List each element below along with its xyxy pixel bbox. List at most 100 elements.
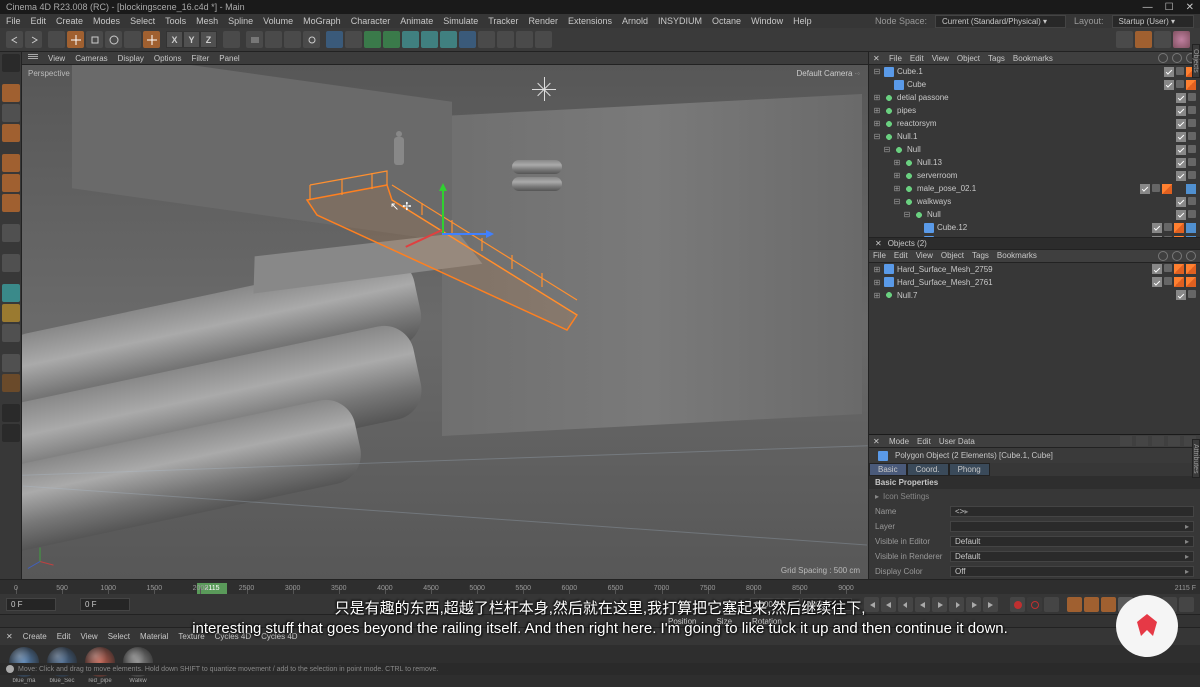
locked-tool[interactable] [143,31,160,48]
expand-toggle[interactable]: ⊞ [873,119,881,128]
tag-check2-icon[interactable] [1176,197,1186,207]
layout-dropdown[interactable]: Startup (User) ▾ [1112,15,1194,28]
undo-button[interactable] [6,31,23,48]
tag-check2-icon[interactable] [1140,184,1150,194]
panel-close-icon[interactable]: ✕ [873,54,881,62]
attr-nav-fwd[interactable] [1136,436,1148,446]
object-name[interactable]: Null.7 [897,291,1200,300]
menu-render[interactable]: Render [528,16,558,26]
snap-enable-button[interactable] [2,284,20,302]
matmenu-select[interactable]: Select [108,632,130,641]
objmenu-bookmarks[interactable]: Bookmarks [1013,54,1053,63]
play-backward-button[interactable] [915,597,930,612]
attr-nav-back[interactable] [1120,436,1132,446]
prev-frame-button[interactable] [898,597,913,612]
timeline-button[interactable] [1179,597,1194,612]
objmenu-file[interactable]: File [873,251,886,260]
quantize-button[interactable] [2,354,20,372]
attrmenu-user-data[interactable]: User Data [939,437,975,446]
expand-toggle[interactable]: ⊞ [873,93,881,102]
object-name[interactable]: Cube.1 [897,67,1200,76]
expand-toggle[interactable]: ⊞ [873,278,881,287]
pos-key-button[interactable] [1067,597,1082,612]
menu-extensions[interactable]: Extensions [568,16,612,26]
coord-system-button[interactable] [223,31,240,48]
menu-arnold[interactable]: Arnold [622,16,648,26]
object-row[interactable]: ⊞Hard_Surface_Mesh_2761 [869,276,1200,289]
vp-menu-filter[interactable]: Filter [191,54,209,63]
panel-close-icon[interactable]: ✕ [873,437,881,445]
attr-nav-lock[interactable] [1168,436,1180,446]
rotate-tool[interactable] [105,31,122,48]
axis-y-toggle[interactable]: Y [183,31,200,48]
menu-mograph[interactable]: MoGraph [303,16,341,26]
vp-menu-options[interactable]: Options [154,54,182,63]
play-forward-button[interactable] [932,597,947,612]
tag-check2-icon[interactable] [1176,210,1186,220]
tag-dot-icon[interactable] [1152,184,1160,192]
light-button[interactable] [497,31,514,48]
menu-tools[interactable]: Tools [165,16,186,26]
nodespace-dropdown[interactable]: Current (Standard/Physical) ▾ [935,15,1066,28]
move-tool[interactable] [67,31,84,48]
object-row[interactable]: ⊟Null.1 [869,130,1200,143]
tag-check2-icon[interactable] [1152,277,1162,287]
matmenu-create[interactable]: Create [23,632,47,641]
recent-tool[interactable] [124,31,141,48]
object-name[interactable]: serverroom [917,171,1200,180]
objmenu-object[interactable]: Object [957,54,980,63]
matmenu-edit[interactable]: Edit [57,632,71,641]
workplane2-button[interactable] [1154,31,1171,48]
mograph-button[interactable] [440,31,457,48]
attr-tab-coord[interactable]: Coord. [907,463,949,476]
volume-button[interactable] [459,31,476,48]
attr-value-field[interactable]: ▸ [950,521,1194,532]
cube-primitive-button[interactable] [326,31,343,48]
redo-button[interactable] [25,31,42,48]
matmenu-view[interactable]: View [81,632,98,641]
close-button[interactable]: ✕ [1186,2,1194,13]
matmenu-texture[interactable]: Texture [178,632,204,641]
rot-key-button[interactable] [1101,597,1116,612]
tag-check2-icon[interactable] [1176,119,1186,129]
filter-icon[interactable] [1172,53,1182,63]
vp-menu-panel[interactable]: Panel [219,54,239,63]
expand-toggle[interactable]: ⊞ [893,184,901,193]
edge-mode-button[interactable] [2,174,20,192]
object-row[interactable]: ⊟Null [869,143,1200,156]
expand-toggle[interactable]: ⊟ [893,197,901,206]
tag-tag-icon[interactable] [1174,184,1184,194]
menu-file[interactable]: File [6,16,21,26]
timeline-ruler[interactable]: 2115 2115 F 0500100015002000250030003500… [0,580,1200,594]
scene-button[interactable] [516,31,533,48]
tag-check2-icon[interactable] [1176,145,1186,155]
attrmenu-edit[interactable]: Edit [917,437,931,446]
attr-value-field[interactable]: <>▸ [950,506,1194,517]
start-frame-field[interactable]: 0 F [6,598,56,611]
tag-dot-icon[interactable] [1176,67,1184,75]
tag-dot-icon[interactable] [1164,236,1172,237]
picture-viewer-button[interactable] [284,31,301,48]
object-row[interactable]: ⊞pipes [869,104,1200,117]
expand-toggle[interactable]: ⊟ [873,132,881,141]
objmenu-edit[interactable]: Edit [910,54,924,63]
object-name[interactable]: detial passone [897,93,1200,102]
tag-orange-icon[interactable] [1174,223,1184,233]
next-key-button[interactable] [966,597,981,612]
live-select-tool[interactable] [48,31,65,48]
side-tab-objects[interactable]: Objects [1192,44,1200,78]
snap-button[interactable] [1116,31,1133,48]
icon-settings-row[interactable]: ▸ Icon Settings [869,489,1200,504]
menu-window[interactable]: Window [751,16,783,26]
end-frame-field[interactable]: 9000 F [750,598,800,611]
search-icon[interactable] [1158,53,1168,63]
tag-orange-icon[interactable] [1174,264,1184,274]
prev-key-button[interactable] [881,597,896,612]
goto-start-button[interactable] [864,597,879,612]
side-tab-attributes[interactable]: Attributes [1192,439,1200,479]
palette-button[interactable] [1173,31,1190,48]
expand-toggle[interactable]: ⊟ [903,210,911,219]
expand-toggle[interactable]: ⊞ [873,106,881,115]
menu-create[interactable]: Create [56,16,83,26]
matmenu-cycles-4d[interactable]: Cycles 4D [215,632,251,641]
